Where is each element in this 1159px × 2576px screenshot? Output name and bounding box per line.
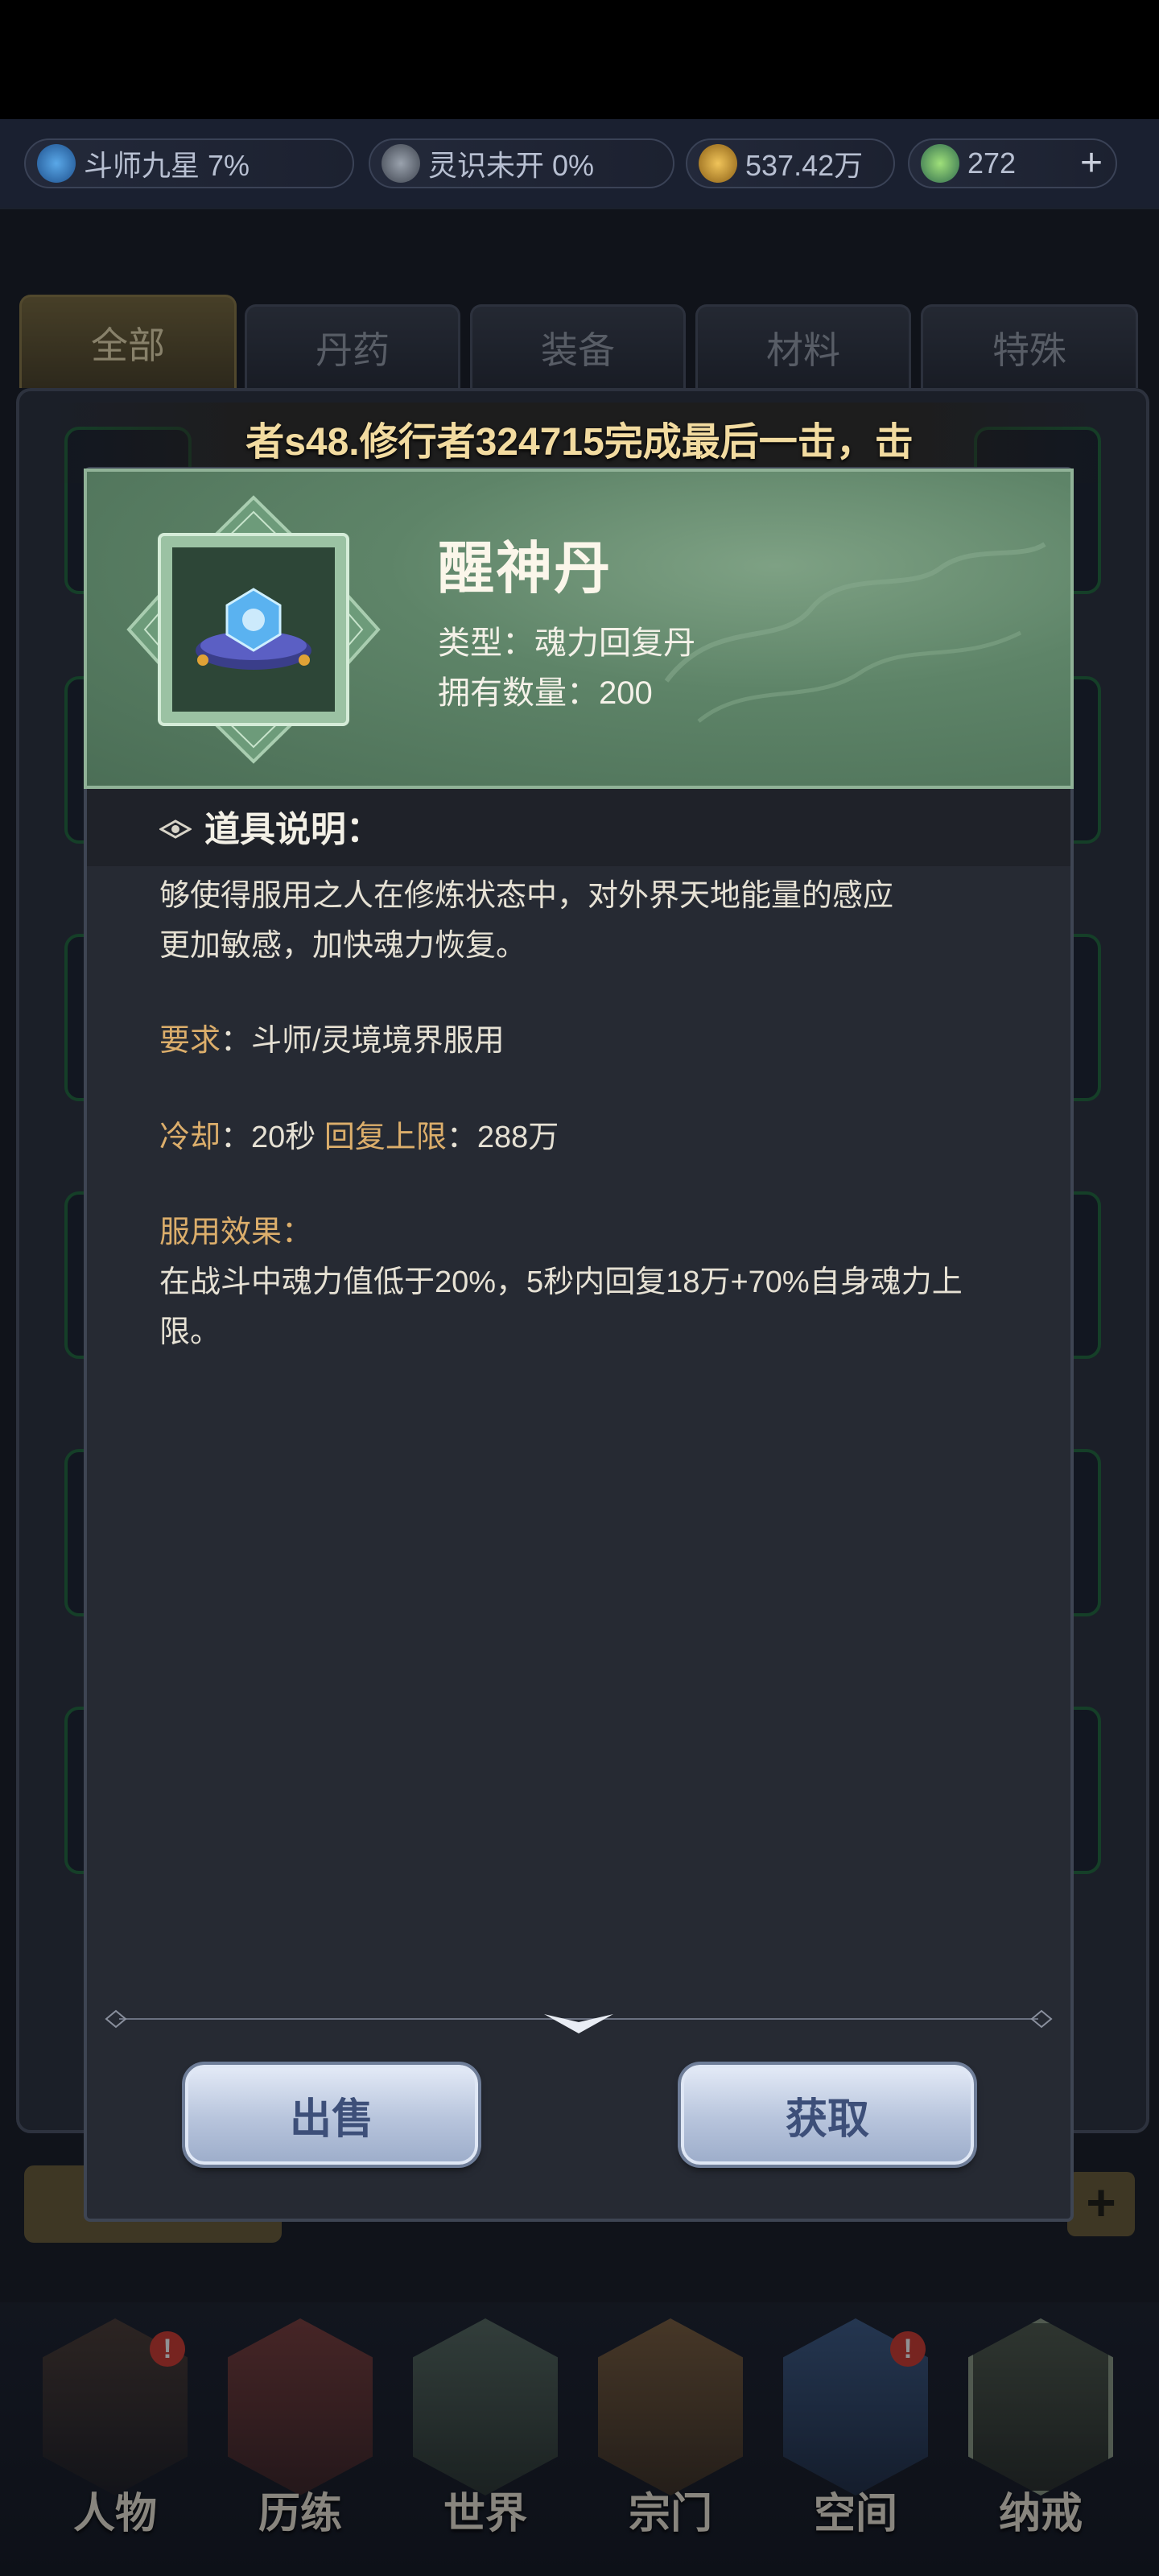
ornamental-divider: [105, 2009, 1053, 2033]
effect-heading: 服用效果：: [159, 1208, 1013, 1257]
requirement-value: ：斗师/灵境境界服用: [221, 1024, 505, 1058]
description-text-line: 够使得服用之人在修炼状态中，对外界天地能量的感应: [159, 879, 894, 913]
cooldown-label: 冷却: [159, 1121, 221, 1154]
add-jade-button[interactable]: +: [1080, 144, 1103, 183]
requirement-label: 要求: [159, 1024, 221, 1058]
item-name: 醒神丹: [438, 537, 612, 600]
jade-amount: 272: [967, 147, 1017, 180]
requirement-line: 要求：斗师/灵境境界服用: [159, 1016, 1013, 1066]
effect-colon: ：: [282, 1216, 313, 1249]
effect-text-line: 在战斗中魂力值低于20%，5秒内回复18万+70%自身魂力上: [159, 1265, 963, 1299]
cloud-pattern-decoration: [664, 542, 1046, 723]
item-owned-count: 拥有数量：200: [438, 675, 653, 711]
obtain-button[interactable]: 获取: [681, 2065, 974, 2165]
effect-label: 服用效果: [159, 1216, 283, 1249]
cultivation-level-display[interactable]: 斗师九星 7%: [24, 138, 354, 188]
item-type: 类型：魂力回复丹: [438, 625, 695, 661]
recovery-cap-value: ：288万: [446, 1121, 559, 1154]
jade-display[interactable]: 272 +: [908, 138, 1117, 188]
cultivation-level-text: 斗师九星 7%: [84, 149, 250, 182]
spirit-swirl-icon: [382, 144, 420, 183]
recovery-cap-label: 回复上限: [324, 1121, 447, 1154]
spirit-sense-text: 灵识未开 0%: [428, 149, 595, 182]
top-status-area: [0, 0, 1159, 119]
diamond-eye-icon: [159, 819, 192, 839]
gold-display[interactable]: 537.42万: [686, 138, 895, 188]
cooldown-value: ：20秒: [221, 1121, 324, 1154]
item-icon-frame: [126, 495, 381, 764]
gold-amount: 537.42万: [745, 149, 864, 182]
sell-button[interactable]: 出售: [185, 2065, 478, 2165]
effect-text-line: 限。: [159, 1315, 221, 1349]
cooldown-line: 冷却：20秒 回复上限：288万: [159, 1113, 1013, 1162]
cultivation-flame-icon: [37, 144, 76, 183]
gold-coin-icon: [699, 144, 737, 183]
resource-bar: 斗师九星 7% 灵识未开 0% 537.42万 272 +: [0, 119, 1159, 209]
description-text-line: 更加敏感，加快魂力恢复。: [159, 929, 527, 963]
description-title: 道具说明：: [204, 810, 382, 849]
spirit-sense-display[interactable]: 灵识未开 0%: [369, 138, 674, 188]
jade-gem-icon: [921, 144, 959, 183]
